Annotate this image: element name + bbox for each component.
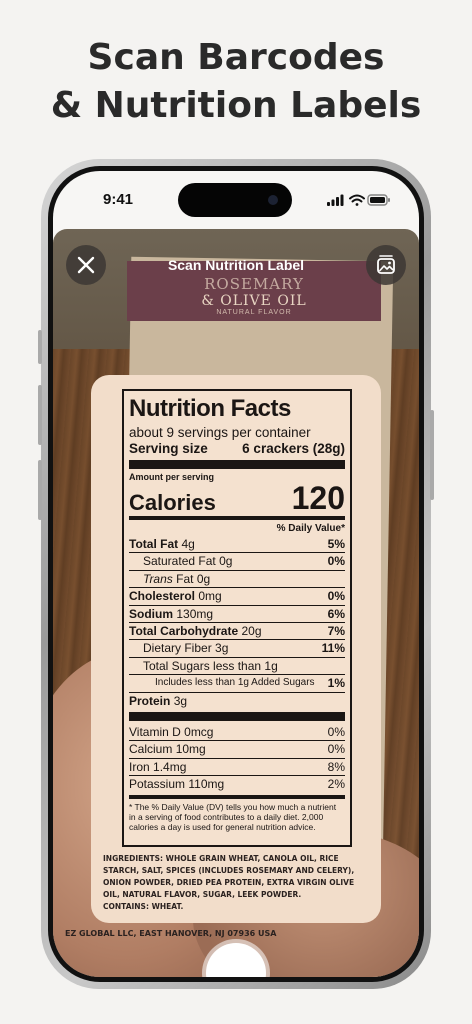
calories-row: Calories 120 (129, 482, 345, 514)
vitamin-name: Iron (129, 759, 150, 774)
vitamin-row-iron: Iron 1.4mg 8% (129, 757, 345, 775)
vitamin-dv: 0% (327, 725, 345, 740)
nutrient-dv: 11% (321, 641, 345, 656)
divider-medium (129, 516, 345, 520)
nutrition-label-scan-area: Nutrition Facts about 9 servings per con… (91, 375, 381, 923)
divider-thick (129, 712, 345, 722)
divider-medium (129, 794, 345, 799)
nutrient-row-sodium: Sodium 130mg 6% (129, 604, 345, 622)
vitamin-row-calcium: Calcium 10mg 0% (129, 740, 345, 757)
wifi-icon (349, 194, 365, 206)
vitamin-dv: 0% (327, 742, 345, 757)
photo-library-button[interactable] (366, 245, 406, 285)
nutrient-amount: 130mg (176, 606, 214, 621)
nutrient-dv: 7% (327, 624, 345, 639)
camera-viewfinder[interactable]: ROSEMARY & OLIVE OIL NATURAL FLAVOR Nutr… (53, 229, 419, 977)
nutrient-row-total-sugars: Total Sugars less than 1g (129, 656, 345, 674)
flavor-line1: ROSEMARY (204, 275, 304, 293)
close-icon (77, 256, 95, 274)
vitamin-row-vitamin-d: Vitamin D 0mcg 0% (129, 724, 345, 740)
nutrient-row-protein: Protein 3g (129, 691, 345, 709)
contains-allergens: CONTAINS: WHEAT. (103, 902, 184, 911)
nutrient-amount: 3g (215, 641, 229, 656)
volume-down-button (38, 460, 42, 520)
nutrient-row-saturated-fat: Saturated Fat 0g 0% (129, 552, 345, 569)
vitamin-amount: 0mcg (184, 725, 214, 740)
serving-size-value: 6 crackers (28g) (242, 441, 345, 456)
close-button[interactable] (66, 245, 106, 285)
nutrient-name: Cholesterol (129, 589, 196, 604)
volume-up-button (38, 385, 42, 445)
calories-value: 120 (291, 480, 345, 516)
flavor-line2: & OLIVE OIL (201, 293, 307, 309)
nutrient-row-total-fat: Total Fat 4g 5% (129, 536, 345, 552)
nutrient-name: Protein (129, 693, 171, 708)
nutrient-row-trans-fat: Trans Fat 0g (129, 569, 345, 587)
promo-title: Scan Barcodes & Nutrition Labels (0, 34, 472, 130)
vitamin-dv: 8% (327, 759, 345, 774)
nutrient-row-added-sugars: Includes less than 1g Added Sugars 1% (129, 674, 345, 691)
nutrient-amount: Fat 0g (176, 571, 211, 586)
vitamin-name: Vitamin D (129, 725, 181, 740)
promo-title-line1: Scan Barcodes (87, 37, 385, 78)
nutrient-name: Dietary Fiber (143, 641, 212, 656)
vitamin-row-potassium: Potassium 110mg 2% (129, 775, 345, 792)
status-time: 9:41 (103, 191, 134, 208)
nutrient-dv: 0% (327, 554, 345, 569)
nutrient-amount: 3g (173, 693, 188, 708)
dynamic-island (178, 183, 292, 217)
nutrient-name: Total Carbohydrate (129, 624, 239, 639)
ingredients-text: INGREDIENTS: WHOLE GRAIN WHEAT, CANOLA O… (103, 853, 363, 913)
nutrient-name: Trans (143, 571, 173, 586)
nutrient-amount: 20g (241, 624, 262, 639)
nutrient-row-total-carbohydrate: Total Carbohydrate 20g 7% (129, 622, 345, 639)
vitamin-name: Potassium (129, 777, 186, 792)
nutrient-row-dietary-fiber: Dietary Fiber 3g 11% (129, 639, 345, 656)
nutrient-name: Total Fat (129, 537, 179, 551)
action-button (38, 330, 42, 364)
photo-library-icon (377, 255, 395, 274)
nutrition-facts-panel: Nutrition Facts about 9 servings per con… (122, 389, 352, 847)
nutrient-name: Includes less than 1g Added Sugars (155, 677, 315, 689)
serving-size-label: Serving size (129, 441, 208, 456)
nutrition-facts-title: Nutrition Facts (129, 395, 291, 422)
status-icons-svg (327, 194, 390, 206)
vitamin-dv: 2% (327, 777, 345, 792)
nutrient-name: Saturated Fat (143, 554, 216, 569)
battery-icon (367, 194, 390, 206)
nutrient-dv: 0% (327, 589, 345, 604)
nutrient-dv: 1% (327, 676, 345, 691)
vitamin-amount: 1.4mg (153, 759, 187, 774)
power-button (430, 410, 434, 500)
vitamin-amount: 110mg (188, 777, 225, 792)
nutrient-amount: 4g (181, 537, 195, 551)
servings-per-container: about 9 servings per container (129, 425, 311, 440)
phone-screen: 9:41 ROSEMARY & OLIVE OIL NATURAL FLAVOR… (53, 171, 419, 977)
cellular-signal-icon (327, 194, 344, 206)
front-camera-icon (268, 195, 278, 205)
divider-thick (129, 460, 345, 469)
serving-size-row: Serving size 6 crackers (28g) (129, 441, 345, 457)
nutrient-dv: 6% (327, 606, 345, 621)
vitamin-name: Calcium (129, 742, 173, 757)
ingredients-list: INGREDIENTS: WHOLE GRAIN WHEAT, CANOLA O… (103, 854, 355, 899)
daily-value-header: % Daily Value* (276, 523, 345, 534)
status-icons (327, 193, 391, 207)
nutrient-amount: 0mg (198, 589, 222, 604)
nutrient-amount: 0g (219, 554, 233, 569)
nutrient-name: Sodium (129, 606, 173, 621)
manufacturer-text: EZ GLOBAL LLC, EAST HANOVER, NJ 07936 US… (65, 929, 277, 938)
flavor-line3: NATURAL FLAVOR (216, 309, 292, 316)
vitamin-amount: 10mg (175, 742, 206, 757)
nutrient-name: Total Sugars less than 1g (143, 658, 278, 673)
calories-label: Calories (129, 490, 216, 515)
scanner-title: Scan Nutrition Label (167, 257, 305, 273)
daily-value-footnote: * The % Daily Value (DV) tells you how m… (129, 801, 337, 832)
promo-title-line2: & Nutrition Labels (50, 85, 422, 126)
nutrient-dv: 5% (327, 537, 345, 551)
nutrient-row-cholesterol: Cholesterol 0mg 0% (129, 587, 345, 604)
